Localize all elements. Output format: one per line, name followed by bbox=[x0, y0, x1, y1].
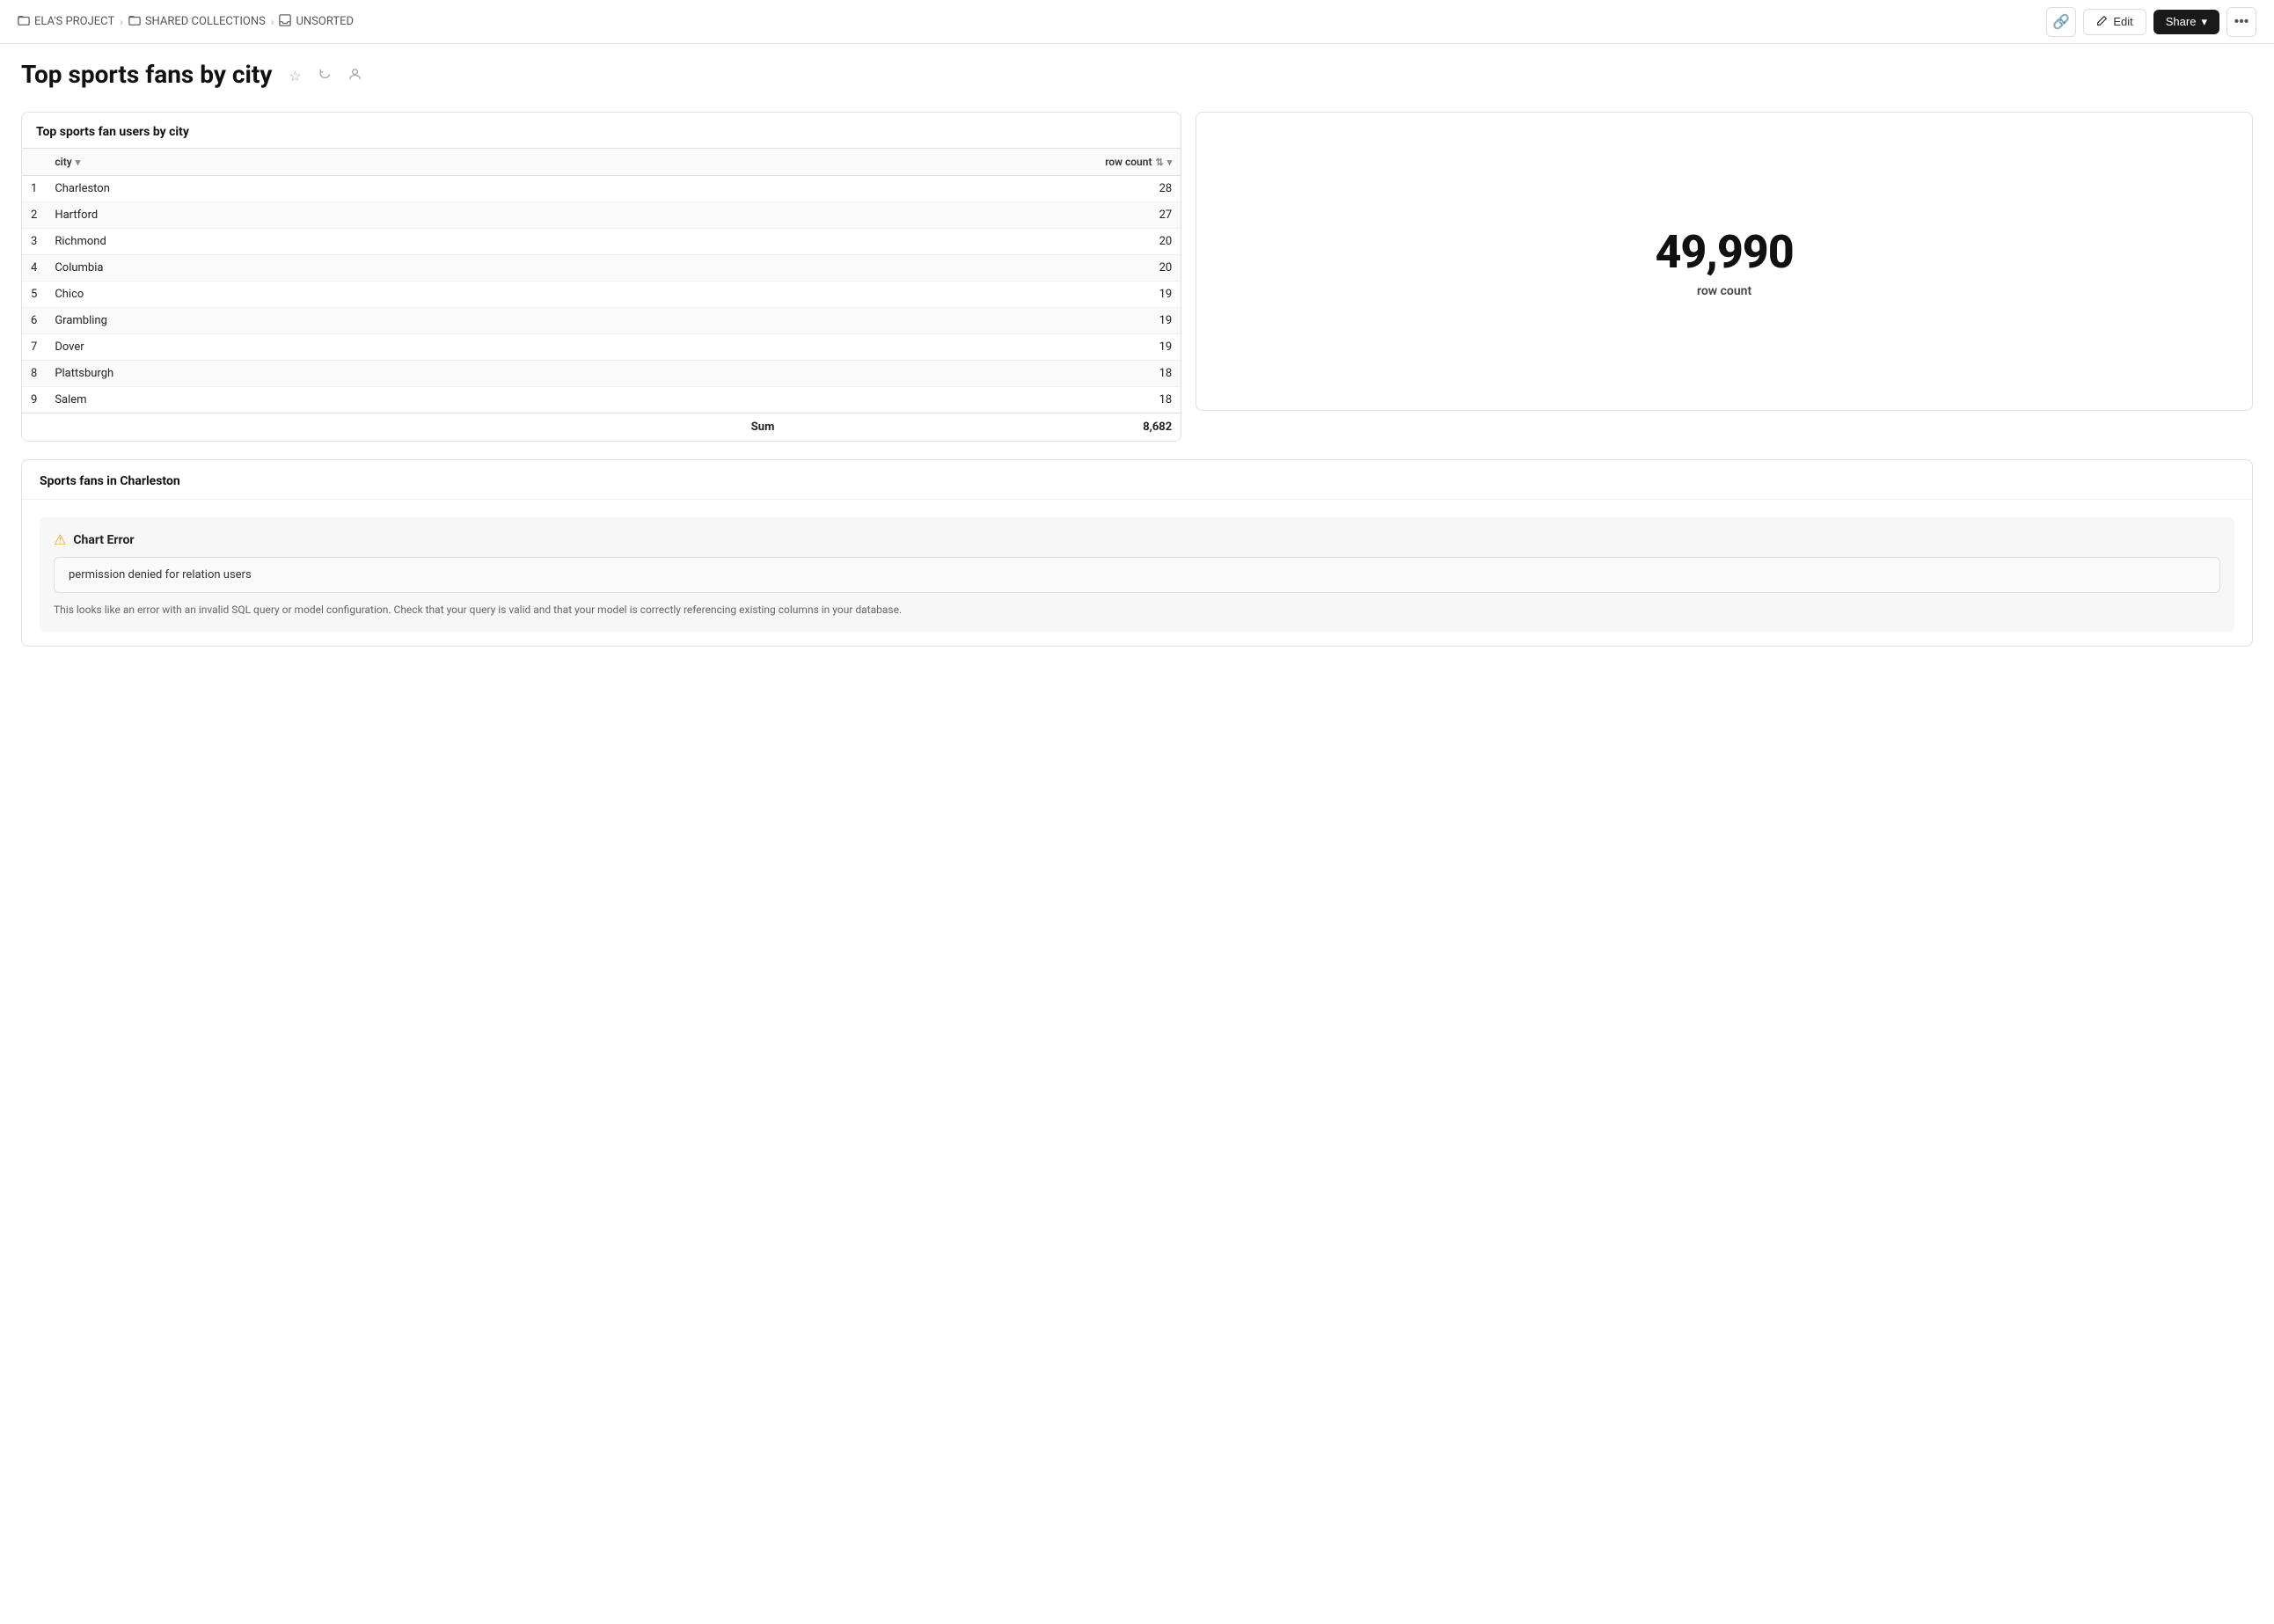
chart-error-header: ⚠ Chart Error bbox=[54, 531, 2220, 548]
top-row: Top sports fan users by city city ▾ bbox=[21, 112, 2253, 442]
row-count: 19 bbox=[783, 334, 1181, 361]
charleston-card-body: ⚠ Chart Error permission denied for rela… bbox=[22, 500, 2252, 646]
page-title: Top sports fans by city bbox=[21, 60, 272, 89]
row-num: 9 bbox=[22, 387, 46, 413]
table-body: 1 Charleston 28 2 Hartford 27 3 Richmond… bbox=[22, 176, 1181, 413]
city-filter-icon[interactable]: ▾ bbox=[76, 157, 81, 168]
metric-value: 49,990 bbox=[1655, 225, 1793, 279]
th-city[interactable]: city ▾ bbox=[46, 149, 783, 176]
table-row: 9 Salem 18 bbox=[22, 387, 1181, 413]
table-row: 4 Columbia 20 bbox=[22, 255, 1181, 282]
main-content: Top sports fan users by city city ▾ bbox=[0, 98, 2274, 661]
row-city: Salem bbox=[46, 387, 783, 413]
row-city: Plattsburgh bbox=[46, 361, 783, 387]
link-icon: 🔗 bbox=[2052, 13, 2070, 31]
row-city: Charleston bbox=[46, 176, 783, 202]
row-count: 20 bbox=[783, 229, 1181, 255]
row-num: 8 bbox=[22, 361, 46, 387]
table-footer-row: Sum 8,682 bbox=[22, 413, 1181, 442]
folder-icon-2 bbox=[128, 14, 141, 30]
row-city: Richmond bbox=[46, 229, 783, 255]
metric-card: 49,990 row count bbox=[1195, 112, 2253, 411]
header-icons: ☆ bbox=[282, 64, 367, 89]
breadcrumb-unsorted[interactable]: UNSORTED bbox=[279, 14, 354, 30]
user-icon bbox=[348, 68, 362, 85]
metric-label: row count bbox=[1697, 284, 1751, 298]
more-icon: ••• bbox=[2234, 14, 2249, 30]
warning-icon: ⚠ bbox=[54, 531, 66, 548]
sort-icon: ⇅ bbox=[1155, 157, 1163, 168]
chevron-down-icon: ▾ bbox=[2201, 15, 2207, 29]
table-row: 1 Charleston 28 bbox=[22, 176, 1181, 202]
row-count: 19 bbox=[783, 282, 1181, 308]
row-num: 3 bbox=[22, 229, 46, 255]
row-city: Dover bbox=[46, 334, 783, 361]
th-num bbox=[22, 149, 46, 176]
tfoot-value: 8,682 bbox=[783, 413, 1181, 442]
th-rowcount[interactable]: row count ⇅ ▾ bbox=[783, 149, 1181, 176]
table-row: 6 Grambling 19 bbox=[22, 308, 1181, 334]
charleston-card-title: Sports fans in Charleston bbox=[22, 460, 2252, 500]
more-button[interactable]: ••• bbox=[2226, 7, 2256, 37]
row-count: 28 bbox=[783, 176, 1181, 202]
page-header: Top sports fans by city ☆ bbox=[0, 44, 2274, 98]
top-nav: ELA'S PROJECT › SHARED COLLECTIONS › UNS… bbox=[0, 0, 2274, 44]
table-card: Top sports fan users by city city ▾ bbox=[21, 112, 1181, 442]
row-count: 20 bbox=[783, 255, 1181, 282]
breadcrumb-collections[interactable]: SHARED COLLECTIONS bbox=[128, 14, 266, 30]
row-num: 6 bbox=[22, 308, 46, 334]
link-button[interactable]: 🔗 bbox=[2046, 7, 2076, 37]
count-filter-icon[interactable]: ▾ bbox=[1167, 157, 1173, 168]
share-button[interactable]: Share ▾ bbox=[2153, 10, 2219, 34]
row-count: 18 bbox=[783, 387, 1181, 413]
charleston-card: Sports fans in Charleston ⚠ Chart Error … bbox=[21, 459, 2253, 647]
edit-button[interactable]: Edit bbox=[2083, 9, 2146, 35]
row-city: Columbia bbox=[46, 255, 783, 282]
row-city: Grambling bbox=[46, 308, 783, 334]
table-row: 7 Dover 19 bbox=[22, 334, 1181, 361]
inbox-icon bbox=[279, 14, 291, 30]
table-card-title: Top sports fan users by city bbox=[22, 113, 1181, 148]
table-row: 5 Chico 19 bbox=[22, 282, 1181, 308]
row-num: 7 bbox=[22, 334, 46, 361]
row-num: 4 bbox=[22, 255, 46, 282]
tfoot-label: Sum bbox=[46, 413, 783, 442]
row-num: 2 bbox=[22, 202, 46, 229]
row-num: 1 bbox=[22, 176, 46, 202]
table-row: 2 Hartford 27 bbox=[22, 202, 1181, 229]
row-count: 18 bbox=[783, 361, 1181, 387]
row-num: 5 bbox=[22, 282, 46, 308]
chart-error-title: Chart Error bbox=[73, 533, 134, 547]
error-message-text: permission denied for relation users bbox=[69, 568, 252, 582]
table-row: 3 Richmond 20 bbox=[22, 229, 1181, 255]
row-count: 19 bbox=[783, 308, 1181, 334]
row-city: Hartford bbox=[46, 202, 783, 229]
favorite-button[interactable]: ☆ bbox=[282, 64, 307, 89]
star-icon: ☆ bbox=[289, 68, 301, 85]
breadcrumb-sep-2: › bbox=[271, 16, 274, 28]
error-hint-text: This looks like an error with an invalid… bbox=[54, 602, 2220, 618]
user-button[interactable] bbox=[342, 64, 367, 89]
table-row: 8 Plattsburgh 18 bbox=[22, 361, 1181, 387]
edit-icon bbox=[2096, 15, 2108, 29]
breadcrumb: ELA'S PROJECT › SHARED COLLECTIONS › UNS… bbox=[18, 14, 354, 30]
data-table: city ▾ row count ⇅ ▾ bbox=[22, 148, 1181, 441]
row-city: Chico bbox=[46, 282, 783, 308]
refresh-icon bbox=[318, 68, 332, 85]
breadcrumb-project[interactable]: ELA'S PROJECT bbox=[18, 14, 114, 30]
breadcrumb-sep-1: › bbox=[120, 16, 123, 28]
row-count: 27 bbox=[783, 202, 1181, 229]
chart-error-area: ⚠ Chart Error permission denied for rela… bbox=[40, 517, 2234, 632]
folder-icon bbox=[18, 14, 30, 30]
table-header-row: city ▾ row count ⇅ ▾ bbox=[22, 149, 1181, 176]
nav-actions: 🔗 Edit Share ▾ ••• bbox=[2046, 7, 2256, 37]
error-message-box: permission denied for relation users bbox=[54, 557, 2220, 593]
refresh-button[interactable] bbox=[312, 64, 337, 89]
